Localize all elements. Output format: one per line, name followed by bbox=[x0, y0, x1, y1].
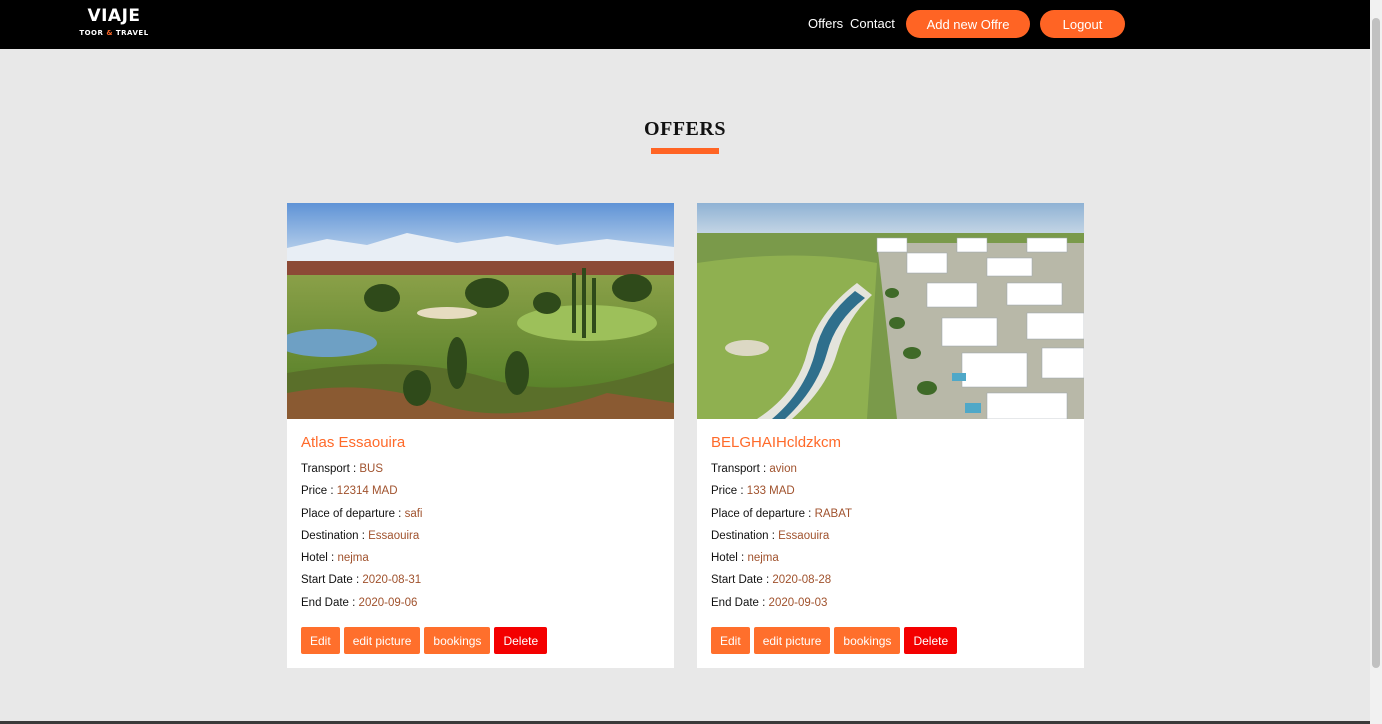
page-title: OFFERS bbox=[644, 118, 726, 140]
offer-card: Atlas Essaouira Transport : BUS Price : … bbox=[287, 203, 674, 668]
offer-departure-value: RABAT bbox=[814, 507, 853, 520]
offer-details: BELGHAIHcldzkcm Transport : avion Price … bbox=[711, 434, 1071, 614]
edit-picture-button[interactable]: edit picture bbox=[753, 627, 831, 654]
offer-end-date: End Date : 2020-09-03 bbox=[711, 596, 828, 609]
edit-picture-button[interactable]: edit picture bbox=[343, 627, 421, 654]
offer-transport: Transport : BUS bbox=[301, 463, 384, 475]
scrollbar-thumb[interactable] bbox=[1372, 18, 1380, 668]
logout-button[interactable]: Logout bbox=[1040, 10, 1125, 38]
offer-image-resort-lake bbox=[697, 203, 1084, 419]
offer-destination: Destination : Essaouira bbox=[301, 529, 420, 542]
offer-transport-value: avion bbox=[769, 463, 797, 475]
offer-departure: Place of departure : RABAT bbox=[711, 507, 853, 520]
brand-name: VIAJE bbox=[87, 6, 141, 26]
offer-start-date: Start Date : 2020-08-28 bbox=[711, 574, 832, 587]
bookings-button[interactable]: bookings bbox=[424, 627, 491, 654]
offer-transport-value: BUS bbox=[359, 463, 384, 475]
nav-offers-link[interactable]: Offers bbox=[808, 16, 843, 31]
offer-title: Atlas Essaouira bbox=[301, 434, 406, 451]
offer-price: Price : 133 MAD bbox=[711, 485, 795, 498]
offer-destination-value: Essaouira bbox=[368, 529, 420, 542]
offer-start-date-value: 2020-08-31 bbox=[362, 574, 422, 587]
offer-end-date-value: 2020-09-06 bbox=[358, 596, 418, 609]
delete-button[interactable]: Delete bbox=[904, 627, 958, 654]
offer-departure: Place of departure : safi bbox=[301, 507, 423, 520]
offer-hotel-value: nejma bbox=[337, 552, 369, 565]
offer-end-date-value: 2020-09-03 bbox=[768, 596, 828, 609]
navbar: VIAJE TOOR & TRAVEL Offers Contact Add n… bbox=[0, 0, 1370, 49]
brand-tagline: TOOR & TRAVEL bbox=[79, 29, 149, 37]
offer-hotel: Hotel : nejma bbox=[301, 552, 369, 565]
offer-departure-value: safi bbox=[404, 507, 423, 520]
offer-image-golf-course bbox=[287, 203, 674, 419]
edit-button[interactable]: Edit bbox=[711, 627, 750, 654]
offer-price: Price : 12314 MAD bbox=[301, 485, 398, 498]
offer-price-value: 133 MAD bbox=[746, 485, 795, 498]
offer-hotel: Hotel : nejma bbox=[711, 552, 779, 565]
offer-destination-value: Essaouira bbox=[778, 529, 830, 542]
nav-contact-link[interactable]: Contact bbox=[850, 16, 895, 31]
bookings-button[interactable]: bookings bbox=[834, 627, 901, 654]
vertical-scrollbar[interactable] bbox=[1370, 0, 1382, 724]
offer-card: BELGHAIHcldzkcm Transport : avion Price … bbox=[697, 203, 1084, 668]
offer-details: Atlas Essaouira Transport : BUS Price : … bbox=[301, 434, 661, 614]
offer-transport: Transport : avion bbox=[711, 463, 797, 475]
offer-price-value: 12314 MAD bbox=[336, 485, 398, 498]
title-underline bbox=[651, 148, 719, 154]
offer-actions: Edit edit picture bookings Delete bbox=[301, 627, 548, 654]
offer-end-date: End Date : 2020-09-06 bbox=[301, 596, 418, 609]
offer-destination: Destination : Essaouira bbox=[711, 529, 830, 542]
offer-actions: Edit edit picture bookings Delete bbox=[711, 627, 958, 654]
offer-hotel-value: nejma bbox=[747, 552, 779, 565]
offer-start-date-value: 2020-08-28 bbox=[772, 574, 832, 587]
offer-start-date: Start Date : 2020-08-31 bbox=[301, 574, 422, 587]
delete-button[interactable]: Delete bbox=[494, 627, 548, 654]
add-offer-button[interactable]: Add new Offre bbox=[906, 10, 1030, 38]
edit-button[interactable]: Edit bbox=[301, 627, 340, 654]
brand-logo[interactable]: VIAJE TOOR & TRAVEL bbox=[79, 6, 149, 37]
offer-title: BELGHAIHcldzkcm bbox=[711, 434, 842, 451]
